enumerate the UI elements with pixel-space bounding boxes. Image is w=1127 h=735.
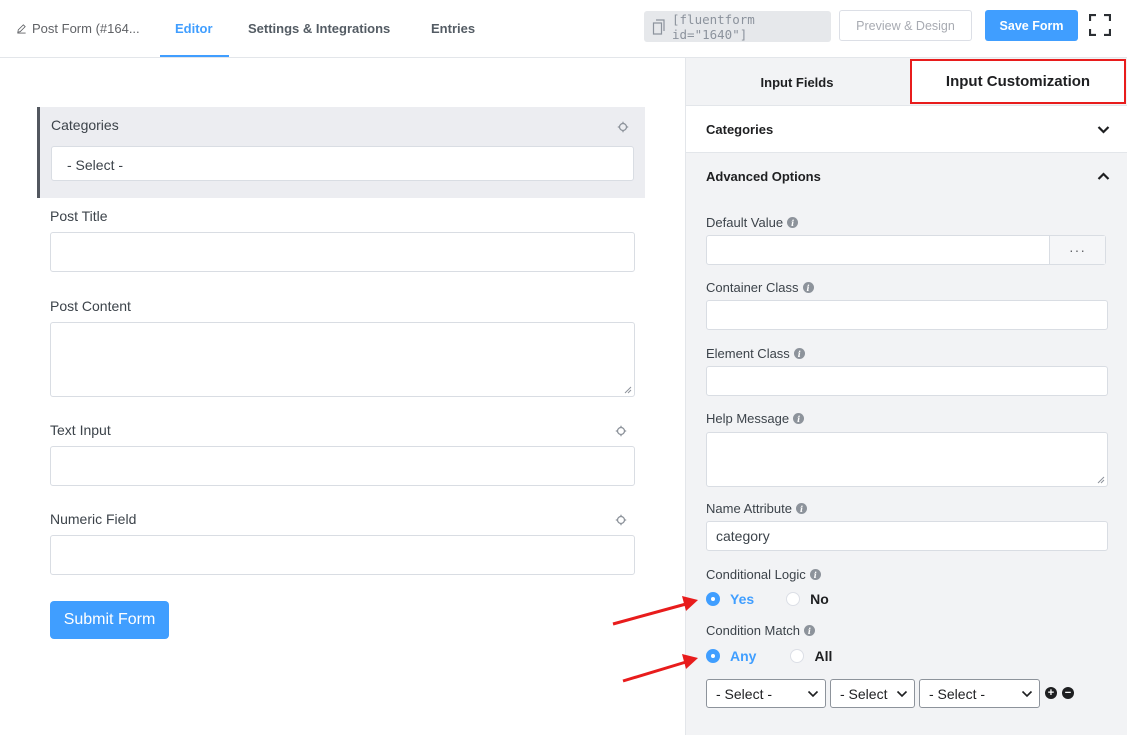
select-value: - Select — [840, 685, 888, 702]
condition-field-select[interactable]: - Select - — [706, 679, 826, 708]
more-options-button[interactable]: ··· — [1049, 236, 1105, 264]
name-attribute-label: Name Attribute i — [706, 501, 807, 516]
tab-input-customization[interactable]: Input Customization — [910, 59, 1126, 104]
post-content-textarea[interactable] — [50, 322, 635, 397]
chevron-down-icon — [896, 690, 908, 698]
field-label: Text Input — [50, 422, 111, 438]
info-icon[interactable]: i — [793, 348, 805, 359]
breadcrumb-form-name: Post Form (#164... — [32, 21, 140, 36]
info-icon[interactable]: i — [787, 217, 799, 228]
label-text: Condition Match — [706, 623, 800, 638]
condition-match-radio-group: Any All — [706, 648, 864, 664]
resize-handle-icon[interactable] — [1097, 476, 1105, 484]
input-value: category — [716, 528, 770, 544]
submit-form-button[interactable]: Submit Form — [50, 601, 169, 639]
info-icon[interactable]: i — [796, 503, 807, 514]
resize-handle-icon[interactable] — [624, 386, 632, 394]
tab-editor[interactable]: Editor — [175, 21, 213, 36]
chevron-down-icon — [807, 690, 819, 698]
section-title: Categories — [706, 121, 774, 137]
section-advanced-options[interactable]: Advanced Options — [686, 153, 1127, 200]
pencil-icon — [17, 24, 26, 34]
condition-match-label: Condition Match i — [706, 623, 815, 638]
copy-icon — [652, 18, 665, 35]
help-message-label: Help Message i — [706, 411, 805, 426]
field-label: Post Title — [50, 208, 108, 224]
field-label: Numeric Field — [50, 511, 137, 527]
condition-match-all-radio[interactable] — [790, 649, 805, 663]
tab-input-fields[interactable]: Input Fields — [686, 58, 908, 106]
chevron-down-icon — [1021, 690, 1033, 698]
condition-value-select[interactable]: - Select - — [919, 679, 1040, 708]
add-condition-icon[interactable]: + — [1045, 687, 1057, 699]
settings-gear-icon[interactable] — [615, 514, 627, 526]
default-value-input[interactable]: ··· — [706, 235, 1106, 265]
settings-gear-icon[interactable] — [617, 121, 629, 133]
container-class-label: Container Class i — [706, 280, 814, 295]
active-tab-indicator — [160, 55, 229, 57]
element-class-label: Element Class i — [706, 346, 805, 361]
preview-design-button[interactable]: Preview & Design — [839, 10, 972, 41]
label-text: Name Attribute — [706, 501, 792, 516]
field-post-title: Post Title — [50, 208, 635, 272]
conditional-logic-radio-group: Yes No — [706, 591, 861, 607]
info-icon[interactable]: i — [803, 625, 815, 636]
element-class-input[interactable] — [706, 366, 1108, 396]
select-value: - Select - — [929, 685, 986, 702]
tab-entries[interactable]: Entries — [431, 21, 475, 36]
radio-label-yes[interactable]: Yes — [730, 591, 754, 607]
label-text: Container Class — [706, 280, 799, 295]
select-value: - Select - — [716, 685, 773, 702]
tab-settings-integrations[interactable]: Settings & Integrations — [248, 21, 390, 36]
field-settings-sidebar: Input Fields Input Customization Categor… — [685, 58, 1127, 735]
container-class-input[interactable] — [706, 300, 1108, 330]
text-input-field[interactable] — [50, 446, 635, 486]
conditional-logic-label: Conditional Logic i — [706, 567, 821, 582]
field-numeric: Numeric Field — [50, 511, 635, 575]
info-icon[interactable]: i — [809, 569, 821, 580]
categories-select[interactable]: - Select - — [51, 146, 634, 181]
label-text: Element Class — [706, 346, 790, 361]
top-bar: Post Form (#164... Editor Settings & Int… — [0, 0, 1127, 58]
field-categories-selected[interactable]: Categories - Select - — [37, 107, 645, 198]
fullscreen-icon[interactable] — [1089, 14, 1111, 36]
field-text-input: Text Input — [50, 422, 635, 486]
info-icon[interactable]: i — [793, 413, 805, 424]
breadcrumb[interactable]: Post Form (#164... — [16, 21, 140, 36]
section-categories[interactable]: Categories — [686, 106, 1127, 153]
shortcode-copy[interactable]: [fluentform id="1640"] — [644, 11, 831, 42]
section-title: Advanced Options — [706, 169, 821, 184]
remove-condition-icon[interactable]: − — [1062, 687, 1074, 699]
save-form-button[interactable]: Save Form — [985, 10, 1078, 41]
info-icon[interactable]: i — [802, 282, 814, 293]
condition-match-any-radio[interactable] — [706, 649, 720, 663]
conditional-logic-no-radio[interactable] — [786, 592, 801, 606]
settings-gear-icon[interactable] — [615, 425, 627, 437]
post-title-input[interactable] — [50, 232, 635, 272]
chevron-down-icon — [1097, 126, 1110, 134]
field-label: Categories — [51, 117, 119, 133]
form-editor-canvas: Categories - Select - Post Title Post Co… — [0, 58, 685, 735]
chevron-up-icon — [1097, 172, 1110, 180]
radio-label-no[interactable]: No — [810, 591, 829, 607]
radio-label-all[interactable]: All — [814, 648, 832, 664]
label-text: Conditional Logic — [706, 567, 806, 582]
sidebar-tabs: Input Fields Input Customization — [686, 58, 1127, 106]
radio-label-any[interactable]: Any — [730, 648, 756, 664]
label-text: Help Message — [706, 411, 790, 426]
field-label: Post Content — [50, 298, 131, 314]
help-message-textarea[interactable] — [706, 432, 1108, 487]
default-value-label: Default Value i — [706, 215, 799, 230]
name-attribute-input[interactable]: category — [706, 521, 1108, 551]
shortcode-text: [fluentform id="1640"] — [672, 11, 755, 42]
conditional-logic-yes-radio[interactable] — [706, 592, 720, 606]
label-text: Default Value — [706, 215, 784, 230]
numeric-input-field[interactable] — [50, 535, 635, 575]
field-post-content: Post Content — [50, 298, 635, 397]
condition-operator-select[interactable]: - Select — [830, 679, 915, 708]
